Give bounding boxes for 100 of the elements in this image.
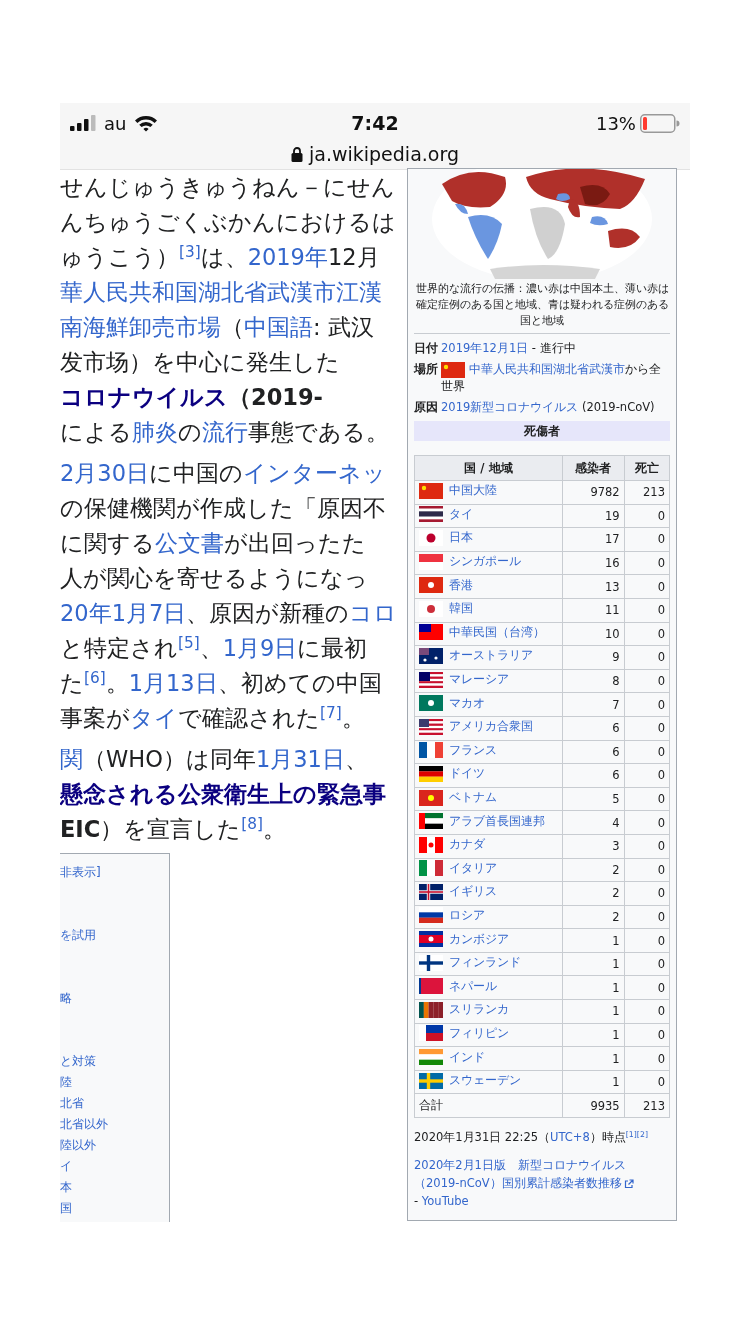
article-text: 2月30日 に中国のインターネッ — [60, 459, 387, 488]
link[interactable]: 2019新型コロナウイルス — [441, 400, 579, 414]
link[interactable]: 1月9日 — [222, 635, 298, 661]
flag-icon — [419, 813, 443, 830]
article-text: んちゅうごくぶかんにおけるは — [60, 208, 397, 237]
battery-percent: 13% — [595, 112, 636, 134]
table-cell: 合計 — [414, 1093, 563, 1118]
link[interactable]: UTC+8 — [550, 1130, 590, 1145]
flag-icon — [419, 695, 443, 712]
url-text[interactable]: ja.wikipedia.org — [309, 143, 459, 165]
flag-icon — [419, 978, 443, 995]
country-link[interactable]: 香港 — [449, 577, 473, 593]
carrier-name: au — [104, 112, 127, 134]
contents-item[interactable]: を試用 — [60, 925, 96, 946]
field-value: 中華人民共和国湖北省武漢市から全世界 — [441, 361, 662, 395]
link[interactable]: 流行 — [202, 419, 248, 445]
reference-link[interactable]: [5] — [178, 633, 200, 652]
article-text: 南海鮮卸売市場（中国語: 武汉 — [60, 313, 375, 342]
field-value: 2019新型コロナウイルス (2019-nCoV) — [441, 399, 655, 416]
flag-icon — [419, 1049, 443, 1066]
country-link[interactable]: 日本 — [449, 530, 473, 546]
field-label: 場所 — [414, 361, 438, 378]
note-text: 2020年2月1日版 新型コロナウイルス（2019-nCoV）国別累計感染者数推移 - YouTube — [414, 1156, 670, 1211]
link[interactable]: 懸念される公衆衛生上の緊急事 — [60, 781, 386, 807]
contents-item[interactable]: 陸 — [60, 1072, 72, 1093]
flag-icon — [419, 624, 443, 641]
lock-icon — [291, 146, 303, 162]
field-label: 原因 — [414, 399, 438, 416]
country-link[interactable]: ロシア — [449, 908, 485, 923]
link[interactable]: 南海鮮卸売市場 — [60, 314, 221, 340]
contents-item[interactable]: 北省以外 — [60, 1114, 108, 1135]
reference-link[interactable]: [6] — [84, 668, 106, 687]
link[interactable]: 公文書 — [155, 530, 224, 556]
article-text: 事案がタイ で確認された$^{[7]}$。 — [60, 702, 366, 733]
link[interactable]: 2月30日 — [60, 460, 149, 486]
contents-item[interactable]: 略 — [60, 988, 72, 1009]
section-header: 死傷者 — [414, 421, 670, 441]
article-text: 20年1月7日、原因が新種の コロ — [60, 599, 399, 628]
clock-time: 7:42 — [351, 112, 399, 134]
external-link[interactable]: 2020年2月1日版 新型コロナウイルス（2019-nCoV）国別累計感染者数推移 — [414, 1156, 670, 1193]
country-link[interactable]: ドイツ — [449, 766, 485, 782]
link[interactable]: コロ — [349, 600, 398, 626]
battery-icon — [640, 113, 680, 133]
flag-icon — [419, 482, 443, 499]
flag-icon — [441, 361, 465, 378]
article-text: による肺炎の流行事態である。 — [60, 418, 390, 447]
link[interactable]: YouTube — [421, 1194, 469, 1209]
contents-item[interactable]: と対策 — [60, 1051, 96, 1072]
country-link[interactable]: 韓国 — [449, 601, 473, 617]
map-caption: 世界的な流行の伝播：濃い赤は中国本土、薄い赤は確定症例のある国と地域、青は疑われる症例のある国と地域 — [414, 281, 670, 334]
article-text: せんじゅうきゅうねん－にせん — [60, 173, 396, 202]
country-link[interactable]: インド — [449, 1049, 485, 1065]
wifi-icon — [134, 114, 159, 132]
country-link[interactable]: タイ — [449, 506, 473, 522]
contents-item[interactable]: 北省 — [60, 1093, 84, 1114]
country-link[interactable]: マカオ — [449, 695, 485, 711]
link[interactable]: 中国語 — [244, 314, 313, 340]
link[interactable]: 肺炎 — [132, 419, 178, 445]
flag-icon — [419, 530, 443, 546]
link[interactable]: タイ — [130, 705, 178, 731]
link[interactable]: 中華人民共和国湖北省武漢市 — [469, 362, 625, 376]
article-text: の保健機関が作成した「原因不 — [60, 494, 387, 523]
article-text: ゅうこう）$^{[3]}$は、2019年12月 — [60, 241, 381, 272]
reference-link[interactable]: [8] — [241, 814, 263, 833]
external-link-icon — [623, 1178, 634, 1189]
article-text: と特定され$^{[5]}$、1月9日 に最初 — [60, 632, 369, 663]
flag-icon — [419, 577, 443, 594]
contents-item[interactable]: 本 — [60, 1177, 72, 1198]
flag-icon — [419, 1072, 443, 1089]
reference-link[interactable]: [3] — [179, 242, 201, 261]
link[interactable]: 関 — [60, 746, 83, 772]
flag-icon — [419, 931, 443, 948]
link[interactable]: 2019年12月1日 — [441, 341, 529, 355]
contents-item[interactable]: イ — [60, 1156, 72, 1177]
column-header: 国 / 地域 — [414, 455, 563, 481]
flag-icon — [419, 789, 443, 806]
article-text: に関する公文書が出回ったた — [60, 529, 367, 558]
article-text: 发市场）を中心に発生した — [60, 348, 341, 377]
country-link[interactable]: カナダ — [449, 837, 485, 853]
link[interactable]: 華人民共和国湖北省武漢市江漢 — [60, 279, 382, 305]
flag-icon — [419, 1001, 443, 1018]
link[interactable]: 2019年 — [247, 244, 328, 270]
contents-item[interactable]: 非表示] — [60, 862, 101, 883]
link[interactable]: 20年1月7日 — [60, 600, 187, 626]
column-header: 死亡 — [624, 455, 670, 481]
contents-item[interactable]: 陸以外 — [60, 1135, 96, 1156]
article-text: た$^{[6]}$。1月13日、初めての中国 — [60, 667, 383, 698]
link[interactable]: インターネッ — [242, 460, 386, 486]
link[interactable]: 1月31日 — [255, 746, 345, 772]
link[interactable]: 1月13日 — [128, 670, 218, 696]
article-text: EIC）を宣言した$^{[8]}$。 — [60, 813, 287, 844]
link[interactable]: コロナウイルス — [60, 384, 228, 410]
article-text: 人が関心を寄せるようになっ — [60, 564, 369, 593]
field-value: 2019年12月1日 - 進行中 — [441, 340, 576, 357]
signal-icon — [70, 115, 96, 131]
article-text: コロナウイルス（2019- — [60, 383, 324, 412]
contents-item[interactable]: 国 — [60, 1198, 72, 1219]
reference-link[interactable]: [7] — [320, 703, 342, 722]
column-header: 感染者 — [562, 455, 625, 481]
article-text: 関（WHO）は同年1月31日、 — [60, 745, 369, 774]
